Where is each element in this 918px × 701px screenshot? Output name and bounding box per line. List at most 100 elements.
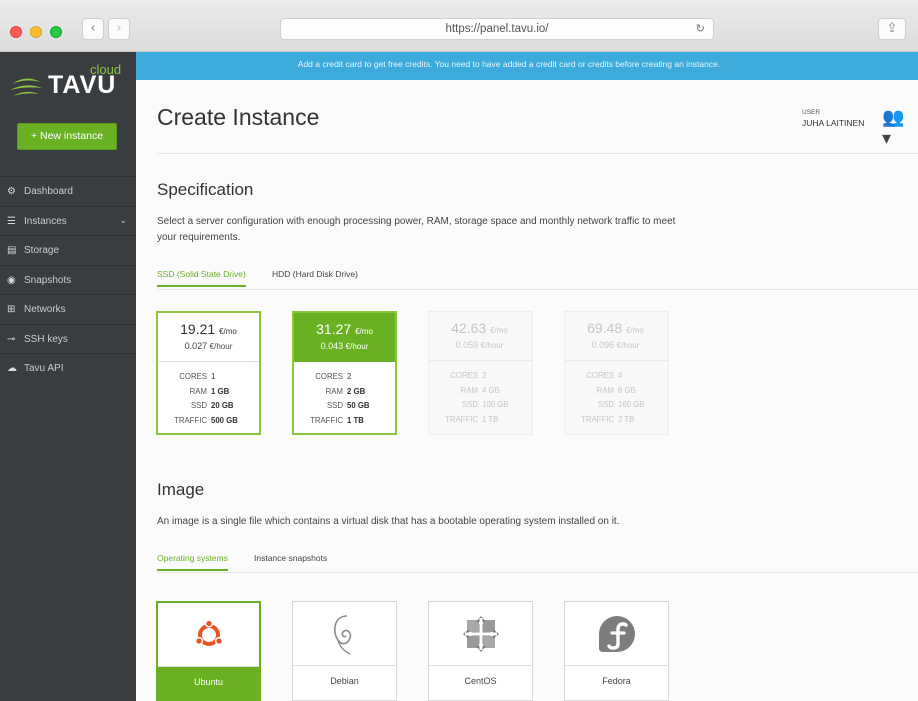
spec-ssd: 20 GB (211, 401, 234, 410)
os-card-fedora[interactable]: Fedora (564, 601, 669, 701)
plan-hourly-price: 0.096 (591, 340, 615, 350)
spec-label: RAM (596, 385, 614, 395)
sidebar-item-label: Networks (24, 304, 66, 315)
spec-label: SSD (597, 400, 614, 409)
tab-hdd[interactable]: HDD (Hard Disk Drive) (272, 269, 358, 279)
spec-label: RAM (325, 386, 343, 396)
plan-hourly-price: 0.043 (320, 341, 344, 351)
specification-heading: Specification (157, 180, 254, 199)
debian-icon (333, 614, 351, 655)
plan-specs: CORES 1 RAM 1 GB SSD 20 GB TRAFFIC 500 GB (158, 370, 259, 428)
spec-cores: 2 (347, 372, 352, 381)
spec-cores: 1 (211, 372, 216, 381)
dashboard-icon: ⚙ (7, 186, 16, 197)
spec-traffic: 1 TB (482, 414, 499, 424)
spec-ssd: 50 GB (347, 401, 370, 410)
spec-label: RAM (460, 385, 478, 395)
browser-toolbar: ‹ › ▯ https://panel.tavu.io/ ↻ ⇪ (0, 0, 918, 701)
new-instance-button[interactable]: + New instance (17, 123, 117, 150)
os-name: CentOS (464, 676, 497, 686)
sidebar-item-label: Storage (24, 245, 60, 256)
plan-specs: CORES 4 RAM 8 GB SSD 160 GB TRAFFIC 2 TB (565, 369, 666, 427)
networks-icon: ⊞ (7, 304, 16, 315)
address-bar[interactable]: https://panel.tavu.io/ ↻ (280, 18, 714, 40)
plan-card[interactable]: 19.21 €/mo 0.027 €/hour CORES 1 RAM 1 GB S… (156, 311, 261, 435)
sidebar-item-label: Snapshots (24, 274, 72, 286)
image-heading: Image (157, 480, 205, 499)
plan-price-area: 42.63 €/mo 0.059 €/hour (429, 312, 532, 361)
spec-label: SSD (461, 400, 478, 409)
plan-card-selected[interactable]: 31.27 €/mo 0.043 €/hour CORES 2 RAM 2 GB S… (292, 311, 397, 435)
zoom-window-button[interactable] (50, 26, 62, 38)
minimize-window-button[interactable] (30, 26, 42, 38)
main-content: Add a credit card to get free credits. Y… (136, 52, 918, 701)
sidebar-item-label: Dashboard (24, 186, 73, 197)
plan-card-disabled: 69.48 €/mo 0.096 €/hour CORES 4 RAM 8 GB S… (564, 311, 669, 435)
plan-price-area: 69.48 €/mo 0.096 €/hour (565, 312, 668, 361)
user-label: USER (802, 109, 821, 116)
sidebar-item-snapshots[interactable]: ◉ Snapshots (0, 264, 136, 295)
spec-label: TRAFFIC (310, 415, 343, 425)
plan-card-disabled: 42.63 €/mo 0.059 €/hour CORES 2 RAM 4 GB S… (428, 311, 533, 435)
user-menu[interactable]: USER JUHA LAITINEN 👥▾ (802, 107, 912, 149)
tavu-logo[interactable]: cloud TAVU (10, 60, 130, 104)
os-card-debian[interactable]: Debian (292, 601, 397, 701)
users-icon[interactable]: 👥▾ (882, 107, 912, 149)
sidebar-item-label: Tavu API (24, 363, 64, 374)
spec-cores: 4 (618, 371, 623, 380)
spec-tabs-divider (157, 289, 918, 290)
chevron-down-icon[interactable]: ⌄ (119, 207, 127, 236)
sidebar: cloud TAVU + New instance ⚙ Dashboard ☰ … (0, 52, 136, 701)
logo-brand-text: TAVU (48, 71, 117, 99)
spec-label: TRAFFIC (174, 415, 207, 425)
page-title: Create Instance (157, 104, 320, 130)
reload-icon[interactable]: ↻ (696, 19, 705, 39)
close-window-button[interactable] (10, 26, 22, 38)
tab-instance-snapshots[interactable]: Instance snapshots (254, 553, 327, 563)
os-card-centos[interactable]: CentOS (428, 601, 533, 701)
plan-hourly-price: 0.027 (184, 341, 208, 351)
spec-ram: 8 GB (618, 385, 636, 395)
plan-price-area: 31.27 €/mo 0.043 €/hour (294, 313, 395, 362)
cloud-icon: ☁ (7, 363, 17, 374)
forward-icon[interactable]: › (108, 18, 130, 40)
plan-price-unit: €/mo (355, 327, 373, 336)
plan-hourly-unit: €/hour (345, 342, 369, 351)
spec-ram: 2 GB (347, 386, 366, 396)
sidebar-item-instances[interactable]: ☰ Instances ⌄ (0, 205, 136, 236)
os-name: Ubuntu (158, 667, 259, 701)
spec-label: SSD (326, 401, 343, 410)
plan-monthly-price: 19.21 (180, 321, 216, 337)
plan-price-unit: €/mo (490, 326, 508, 335)
snapshots-icon: ◉ (7, 274, 16, 286)
spec-ram: 4 GB (482, 385, 500, 395)
address-bar-url: https://panel.tavu.io/ (445, 23, 549, 35)
key-icon: ⊸ (7, 333, 16, 345)
spec-label: TRAFFIC (445, 414, 478, 424)
plan-hourly-price: 0.059 (455, 340, 479, 350)
sidebar-item-dashboard[interactable]: ⚙ Dashboard (0, 176, 136, 206)
browser-window: ‹ › ▯ https://panel.tavu.io/ ↻ ⇪ cloud T… (0, 0, 918, 701)
tab-operating-systems[interactable]: Operating systems (157, 553, 228, 571)
share-icon[interactable]: ⇪ (878, 18, 906, 40)
sidebar-item-ssh-keys[interactable]: ⊸ SSH keys (0, 323, 136, 354)
sidebar-item-networks[interactable]: ⊞ Networks (0, 294, 136, 324)
tab-ssd[interactable]: SSD (Solid State Drive) (157, 269, 246, 287)
instances-icon: ☰ (7, 215, 16, 227)
spec-traffic: 2 TB (618, 414, 635, 424)
sidebar-item-tavu-api[interactable]: ☁ Tavu API (0, 353, 136, 383)
sidebar-item-label: SSH keys (24, 333, 68, 345)
centos-icon (462, 615, 499, 652)
back-icon[interactable]: ‹ (82, 18, 104, 40)
spec-label: SSD (190, 401, 207, 410)
user-name: JUHA LAITINEN (802, 118, 865, 128)
sidebar-item-storage[interactable]: ▤ Storage (0, 235, 136, 265)
plan-hourly-unit: €/hour (480, 341, 504, 350)
spec-label: CORES (586, 371, 614, 380)
os-card-ubuntu[interactable]: Ubuntu (156, 601, 261, 701)
fedora-icon (598, 615, 635, 652)
spec-label: TRAFFIC (581, 414, 614, 424)
spec-label: CORES (450, 371, 478, 380)
spec-label: CORES (179, 372, 207, 381)
plan-specs: CORES 2 RAM 2 GB SSD 50 GB TRAFFIC 1 TB (294, 370, 395, 428)
